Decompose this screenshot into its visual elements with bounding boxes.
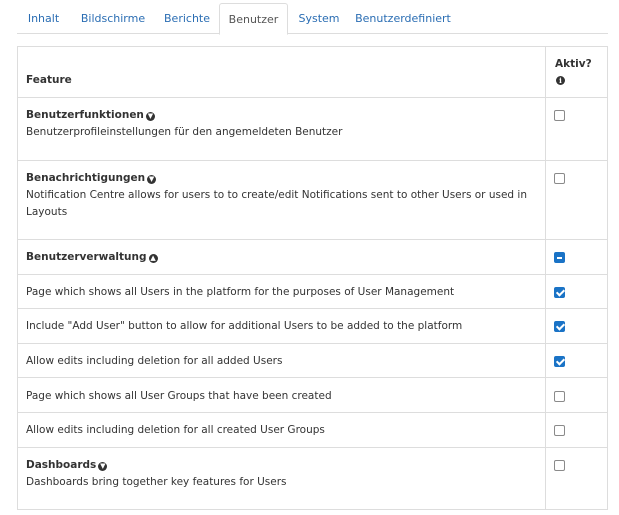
info-circle-icon[interactable]: i <box>556 76 565 85</box>
feature-checkbox[interactable] <box>554 173 565 184</box>
column-header-feature: Feature <box>26 74 72 86</box>
feature-title: Benutzerverwaltung <box>26 251 147 263</box>
collapse-arrow-icon[interactable]: ▲ <box>148 254 158 263</box>
tab-berichte[interactable]: Berichte <box>156 3 218 34</box>
feature-checkbox[interactable] <box>554 460 565 471</box>
feature-checkbox[interactable] <box>554 356 565 367</box>
tab-benutzer[interactable]: Benutzer <box>219 3 288 35</box>
feature-checkbox[interactable] <box>554 110 565 121</box>
row-divider <box>17 274 608 275</box>
row-divider <box>17 412 608 413</box>
feature-row-benachrichtigungen: Benachrichtigungen ▼ Notification Centre … <box>26 170 536 221</box>
feature-description: Dashboards bring together key features f… <box>26 476 287 488</box>
feature-description: Benutzerprofileinstellungen für den ange… <box>26 126 343 138</box>
column-header-active: Aktiv? <box>555 58 592 70</box>
feature-row: Include "Add User" button to allow for a… <box>26 320 463 332</box>
feature-row: Allow edits including deletion for all c… <box>26 424 325 436</box>
column-divider <box>545 46 546 510</box>
expand-arrow-icon[interactable]: ▼ <box>98 462 108 471</box>
feature-description: Notification Centre allows for users to … <box>26 189 527 218</box>
tab-bildschirme[interactable]: Bildschirme <box>70 3 156 34</box>
feature-checkbox[interactable] <box>554 391 565 402</box>
feature-checkbox[interactable] <box>554 321 565 332</box>
tab-inhalt[interactable]: Inhalt <box>17 3 70 34</box>
expand-arrow-icon[interactable]: ▼ <box>147 175 157 184</box>
feature-title: Benutzerfunktionen <box>26 109 144 121</box>
feature-checkbox[interactable] <box>554 287 565 298</box>
feature-checkbox-partial[interactable] <box>554 252 565 263</box>
feature-row: Page which shows all User Groups that ha… <box>26 390 332 402</box>
feature-row: Page which shows all Users in the platfo… <box>26 286 455 298</box>
row-divider <box>17 308 608 309</box>
row-divider <box>17 377 608 378</box>
feature-checkbox[interactable] <box>554 425 565 436</box>
row-divider <box>17 239 608 240</box>
row-divider <box>17 447 608 448</box>
feature-title: Benachrichtigungen <box>26 172 146 184</box>
feature-row-benutzerfunktionen: Benutzerfunktionen ▼ Benutzerprofileinste… <box>26 107 536 141</box>
row-divider <box>17 160 608 161</box>
tab-system[interactable]: System <box>289 3 349 34</box>
row-divider <box>17 97 608 98</box>
feature-row: Allow edits including deletion for all a… <box>26 355 283 367</box>
feature-row-dashboards: Dashboards ▼ Dashboards bring together ke… <box>26 457 536 491</box>
feature-title: Dashboards <box>26 459 97 471</box>
feature-row-benutzerverwaltung: Benutzerverwaltung ▲ <box>26 249 536 266</box>
tab-benutzerdefiniert[interactable]: Benutzerdefiniert <box>349 3 457 34</box>
expand-arrow-icon[interactable]: ▼ <box>145 112 155 121</box>
tab-bar: Inhalt Bildschirme Berichte Benutzer Sys… <box>17 0 608 35</box>
row-divider <box>17 343 608 344</box>
